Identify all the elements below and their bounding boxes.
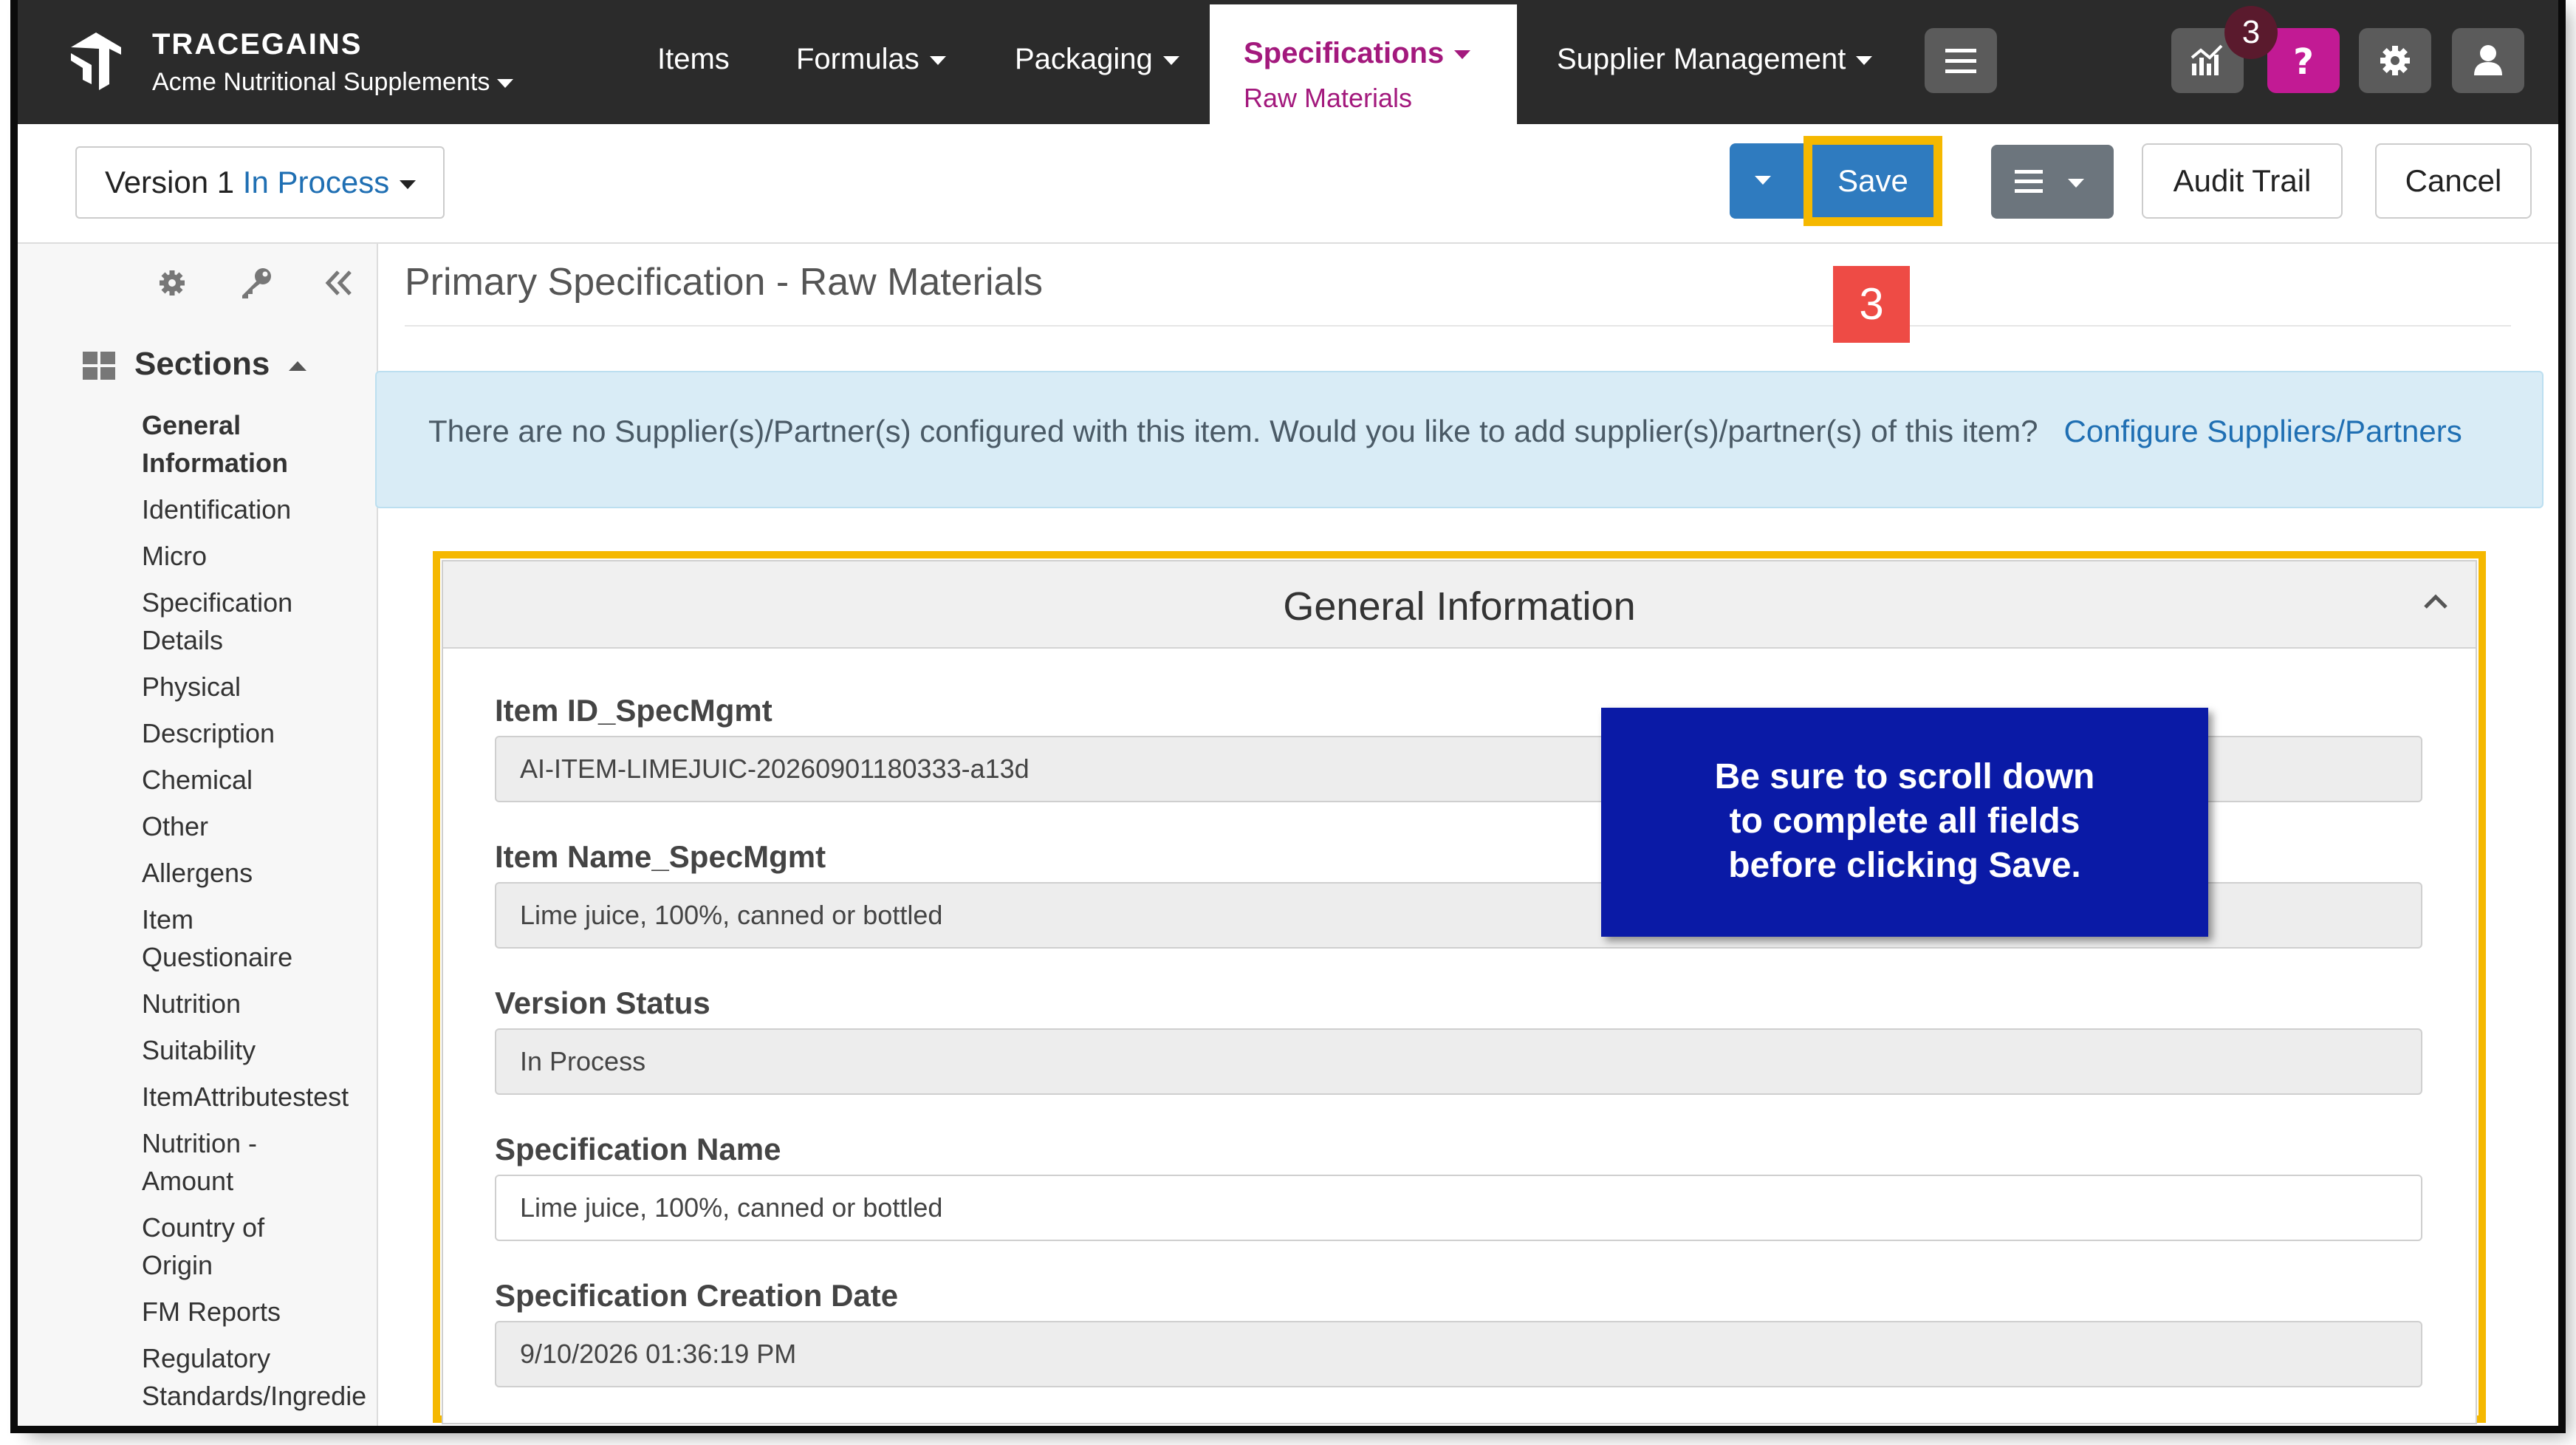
section-link[interactable]: Suitability	[142, 1031, 378, 1069]
user-menu-button[interactable]	[2452, 28, 2524, 93]
gear-icon	[2380, 46, 2410, 75]
title-divider	[405, 325, 2511, 327]
nav-packaging[interactable]: Packaging	[1015, 43, 1179, 76]
caret-down-icon	[2068, 179, 2084, 188]
page-title: Primary Specification - Raw Materials	[405, 261, 1044, 304]
alert-message: There are no Supplier(s)/Partner(s) conf…	[428, 409, 2511, 454]
caret-down-icon	[1162, 56, 1179, 66]
section-list: General Information Identification Micro…	[142, 406, 378, 1426]
section-link[interactable]: Item Questionaire	[142, 901, 319, 976]
section-link[interactable]: FM Reports	[142, 1293, 378, 1330]
configure-suppliers-link[interactable]: Configure Suppliers/Partners	[2063, 414, 2462, 448]
tracegains-logo-icon[interactable]	[64, 27, 130, 93]
section-link[interactable]: Physical	[142, 668, 378, 706]
step-badge: 3	[1833, 266, 1910, 343]
section-link[interactable]: Country of Origin	[142, 1209, 290, 1284]
nav-supplier-management[interactable]: Supplier Management	[1557, 43, 1873, 76]
sections-title: Sections	[134, 346, 270, 382]
alert-text: There are no Supplier(s)/Partner(s) conf…	[428, 414, 2038, 448]
nav-specifications-sublabel: Raw Materials	[1244, 83, 1413, 113]
cancel-button[interactable]: Cancel	[2375, 143, 2532, 219]
sections-sidebar: Sections General Information Identificat…	[18, 244, 378, 1426]
instruction-callout: Be sure to scroll down to complete all f…	[1601, 708, 2208, 937]
caret-down-icon	[1856, 56, 1873, 66]
notification-badge[interactable]: 3	[2224, 6, 2278, 59]
version-status-label: Version Status	[495, 985, 710, 1020]
gear-icon[interactable]	[155, 266, 189, 300]
section-link[interactable]: Other	[142, 807, 378, 845]
grid-icon	[83, 352, 115, 380]
nav-items-label: Items	[657, 43, 730, 75]
version-status: In Process	[242, 165, 390, 199]
caret-down-icon	[1755, 176, 1771, 185]
no-suppliers-alert: There are no Supplier(s)/Partner(s) conf…	[375, 371, 2544, 508]
nav-packaging-label: Packaging	[1015, 43, 1153, 75]
section-link[interactable]: Micro	[142, 537, 378, 575]
list-icon	[2015, 170, 2043, 193]
section-link[interactable]: Allergens	[142, 854, 378, 892]
specification-name-label: Specification Name	[495, 1132, 781, 1166]
section-link[interactable]: Nutrition - Amount	[142, 1124, 290, 1200]
help-button[interactable]: ?	[2267, 28, 2340, 93]
section-link[interactable]: Description	[142, 714, 378, 752]
nav-formulas[interactable]: Formulas	[796, 43, 946, 76]
save-button[interactable]: Save	[1812, 145, 1933, 217]
section-link[interactable]: Specification Details	[142, 584, 319, 659]
double-chevron-left-icon[interactable]	[322, 266, 356, 300]
caret-down-icon	[1454, 50, 1471, 60]
main-menu-button[interactable]	[1925, 28, 1997, 93]
nav-supplier-management-label: Supplier Management	[1557, 43, 1846, 75]
panel-header[interactable]: General Information	[443, 561, 2476, 649]
nav-formulas-label: Formulas	[796, 43, 919, 75]
version-label: Version 1	[105, 165, 235, 199]
brand-name: TRACEGAINS	[152, 28, 363, 61]
top-navbar: TRACEGAINS Acme Nutritional Supplements …	[18, 0, 2558, 124]
org-switcher[interactable]: Acme Nutritional Supplements	[152, 68, 514, 97]
app-window: TRACEGAINS Acme Nutritional Supplements …	[18, 0, 2558, 1426]
key-icon[interactable]	[238, 266, 275, 300]
caret-down-icon	[497, 79, 514, 89]
actions-menu-button[interactable]	[1991, 145, 2114, 219]
item-id-label: Item ID_SpecMgmt	[495, 693, 773, 728]
panel-title: General Information	[1283, 584, 1636, 629]
caret-up-icon	[289, 361, 307, 371]
specification-name-input[interactable]: Lime juice, 100%, canned or bottled	[495, 1175, 2422, 1241]
callout-line: to complete all fields	[1729, 802, 2080, 841]
section-link[interactable]: Regulatory Standards/Ingredie	[142, 1339, 386, 1424]
chevron-up-icon[interactable]	[2421, 591, 2450, 613]
svg-text:?: ?	[2293, 41, 2314, 80]
section-link[interactable]: General Information	[142, 406, 378, 482]
analytics-icon	[2190, 44, 2223, 75]
nav-specifications[interactable]: Specifications Raw Materials	[1210, 4, 1517, 124]
save-options-dropdown[interactable]	[1730, 143, 1806, 219]
user-icon	[2474, 45, 2502, 75]
section-link[interactable]: Identification	[142, 491, 378, 528]
callout-line: before clicking Save.	[1728, 846, 2081, 885]
caret-down-icon	[929, 56, 946, 66]
settings-button[interactable]	[2359, 28, 2431, 93]
creation-date-label: Specification Creation Date	[495, 1278, 899, 1313]
audit-trail-button[interactable]: Audit Trail	[2142, 143, 2343, 219]
nav-items[interactable]: Items	[657, 43, 730, 76]
hamburger-icon	[1945, 49, 1976, 73]
version-status-field[interactable]: In Process	[495, 1028, 2422, 1095]
sections-toggle[interactable]: Sections	[83, 346, 307, 383]
section-link[interactable]: ItemAttributestest	[142, 1078, 378, 1116]
general-information-panel: General Information Item ID_SpecMgmt AI-…	[442, 560, 2477, 1424]
section-link[interactable]: Nutrition	[142, 985, 378, 1022]
callout-line: Be sure to scroll down	[1714, 757, 2095, 796]
spec-toolbar: Version 1 In Process Save Audit Trail Ca…	[18, 124, 2558, 244]
section-link[interactable]: Chemical	[142, 761, 378, 799]
help-icon: ?	[2293, 41, 2314, 80]
creation-date-field[interactable]: 9/10/2026 01:36:19 PM	[495, 1321, 2422, 1387]
version-dropdown[interactable]: Version 1 In Process	[75, 146, 445, 219]
caret-down-icon	[400, 180, 417, 189]
item-name-label: Item Name_SpecMgmt	[495, 839, 826, 874]
org-name: Acme Nutritional Supplements	[152, 68, 490, 96]
nav-specifications-label: Specifications	[1244, 37, 1445, 69]
